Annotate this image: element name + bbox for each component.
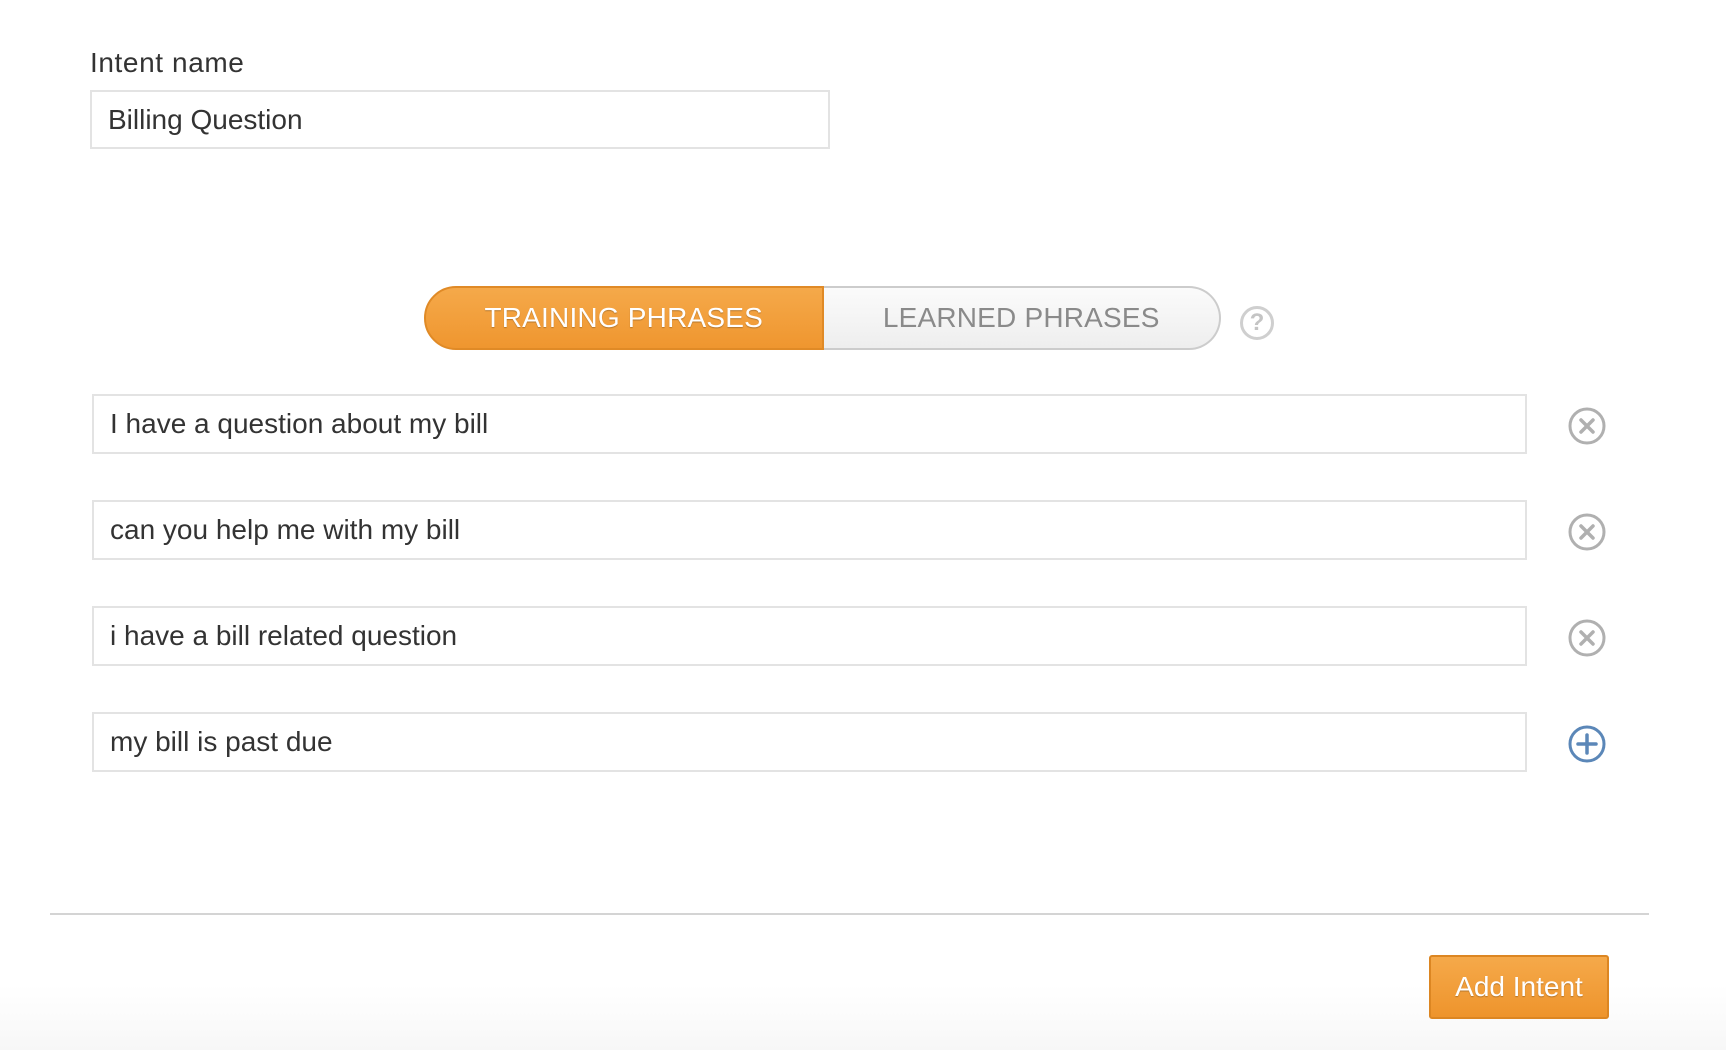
add-circle-icon[interactable]	[1567, 724, 1607, 764]
intent-name-input[interactable]	[90, 90, 830, 149]
tab-training-phrases[interactable]: TRAINING PHRASES	[424, 286, 824, 350]
intent-editor-page: Intent name TRAINING PHRASES LEARNED PHR…	[0, 0, 1726, 1050]
question-circle-icon[interactable]: ?	[1240, 306, 1274, 340]
remove-circle-icon[interactable]	[1567, 618, 1607, 658]
tab-learned-phrases[interactable]: LEARNED PHRASES	[823, 286, 1221, 350]
phrase-input[interactable]	[92, 606, 1527, 666]
remove-circle-icon[interactable]	[1567, 512, 1607, 552]
footer-divider	[50, 913, 1649, 915]
phrase-row	[92, 394, 1608, 454]
phrase-input[interactable]	[92, 500, 1527, 560]
intent-name-label: Intent name	[90, 47, 245, 78]
phrase-input[interactable]	[92, 394, 1527, 454]
phrase-input-new[interactable]	[92, 712, 1527, 772]
phrase-row	[92, 500, 1608, 560]
add-intent-button[interactable]: Add Intent	[1429, 955, 1609, 1019]
phrase-row	[92, 712, 1608, 772]
remove-circle-icon[interactable]	[1567, 406, 1607, 446]
phrases-toggle: TRAINING PHRASES LEARNED PHRASES	[424, 286, 1221, 350]
phrase-row	[92, 606, 1608, 666]
